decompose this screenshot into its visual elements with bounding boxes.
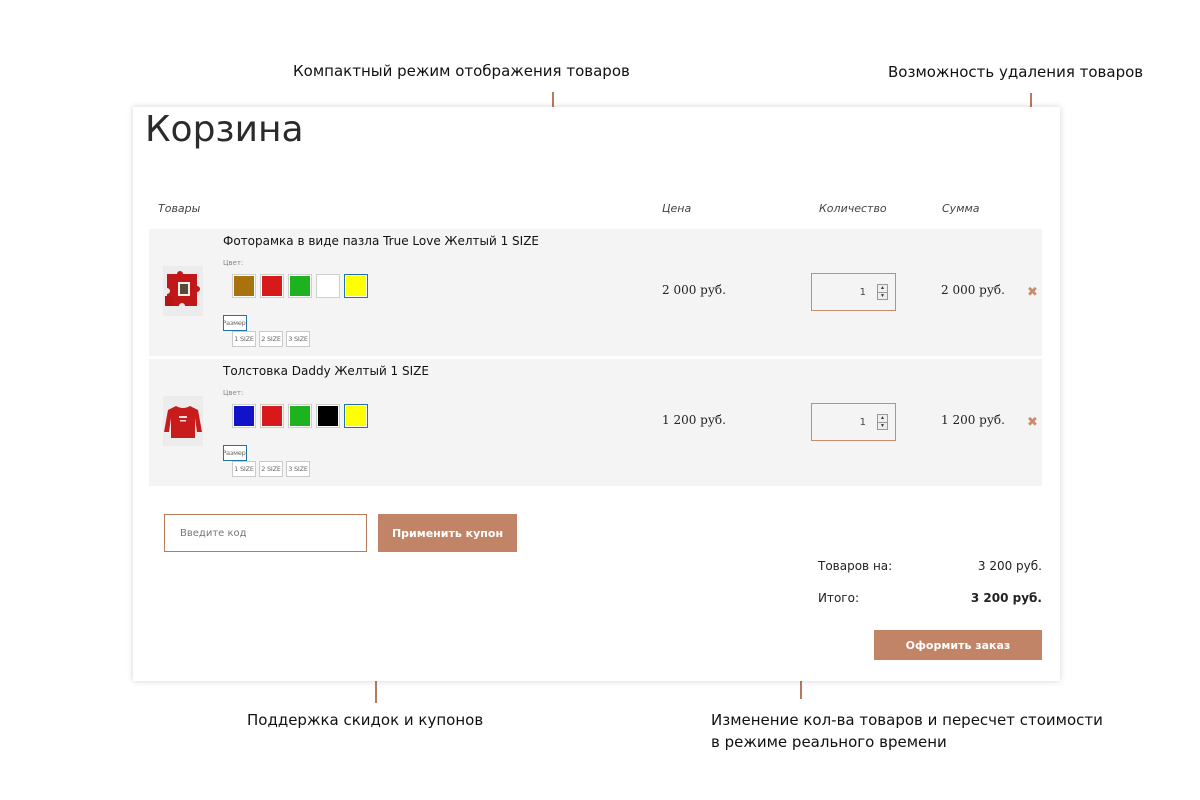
color-swatches	[232, 404, 368, 428]
checkout-button[interactable]: Оформить заказ	[874, 630, 1042, 660]
product-thumbnail-sweatshirt[interactable]	[163, 396, 203, 446]
subtotal-label: Товаров на:	[818, 559, 893, 573]
color-swatch-3[interactable]	[288, 274, 312, 298]
remove-item-icon[interactable]: ✖	[1027, 286, 1038, 299]
size-option-2[interactable]: 2 SIZE	[259, 331, 283, 347]
size-label: Размер:	[222, 315, 248, 331]
annotation-realtime-recalc-line1: Изменение кол-ва товаров и пересчет стои…	[711, 711, 1103, 729]
quantity-stepper: ▲ ▼	[811, 403, 896, 441]
decrement-arrow-icon[interactable]: ▼	[878, 292, 887, 300]
sweatshirt-image	[163, 396, 203, 446]
page-title: Корзина	[145, 109, 304, 150]
quantity-input[interactable]	[812, 404, 872, 440]
color-swatches	[232, 274, 368, 298]
annotation-delete-items: Возможность удаления товаров	[888, 63, 1144, 81]
quantity-stepper: ▲ ▼	[811, 273, 896, 311]
item-price: 1 200 руб.	[662, 413, 726, 427]
color-label: Цвет:	[223, 389, 244, 397]
column-header-sum: Сумма	[942, 202, 980, 215]
color-swatch-1[interactable]	[232, 274, 256, 298]
increment-arrow-icon[interactable]: ▲	[878, 415, 887, 422]
cart-panel: Корзина Товары Цена Количество Сумма Фот…	[133, 107, 1060, 681]
size-label: Размер:	[222, 445, 248, 461]
puzzle-frame-image	[163, 266, 203, 316]
swatch-fill	[234, 406, 254, 426]
increment-arrow-icon[interactable]: ▲	[878, 285, 887, 292]
swatch-fill	[318, 406, 338, 426]
color-label: Цвет:	[223, 259, 244, 267]
subtotal-value: 3 200 руб.	[977, 559, 1042, 573]
swatch-fill	[346, 276, 366, 296]
color-swatch-2[interactable]	[260, 274, 284, 298]
column-header-price: Цена	[662, 202, 692, 215]
apply-coupon-button[interactable]: Применить купон	[378, 514, 517, 552]
color-swatch-5[interactable]	[344, 274, 368, 298]
annotation-realtime-recalc-line2: в режиме реального времени	[711, 733, 947, 751]
stepper-arrows: ▲ ▼	[877, 414, 888, 430]
remove-item-icon[interactable]: ✖	[1027, 416, 1038, 429]
swatch-fill	[234, 276, 254, 296]
product-thumbnail-photo-frame[interactable]	[163, 266, 203, 316]
annotation-coupons: Поддержка скидок и купонов	[247, 711, 484, 729]
swatch-fill	[262, 406, 282, 426]
product-name[interactable]: Фоторамка в виде пазла True Love Желтый …	[223, 234, 539, 248]
swatch-fill	[346, 406, 366, 426]
product-name[interactable]: Толстовка Daddy Желтый 1 SIZE	[223, 364, 429, 378]
item-price: 2 000 руб.	[662, 283, 726, 297]
size-options: 1 SIZE 2 SIZE 3 SIZE	[232, 461, 310, 477]
swatch-fill	[318, 276, 338, 296]
total-value: 3 200 руб.	[970, 591, 1042, 605]
cart-row: Фоторамка в виде пазла True Love Желтый …	[149, 229, 1042, 356]
color-swatch-3[interactable]	[288, 404, 312, 428]
annotation-compact-mode: Компактный режим отображения товаров	[293, 62, 630, 80]
size-option-1[interactable]: 1 SIZE	[232, 461, 256, 477]
column-header-items: Товары	[158, 202, 201, 215]
total-label: Итого:	[818, 591, 859, 605]
color-swatch-4[interactable]	[316, 274, 340, 298]
color-swatch-5[interactable]	[344, 404, 368, 428]
item-sum: 1 200 руб.	[941, 413, 1005, 427]
size-option-1[interactable]: 1 SIZE	[232, 331, 256, 347]
swatch-fill	[290, 406, 310, 426]
quantity-input[interactable]	[812, 274, 872, 310]
color-swatch-2[interactable]	[260, 404, 284, 428]
size-option-2[interactable]: 2 SIZE	[259, 461, 283, 477]
stepper-arrows: ▲ ▼	[877, 284, 888, 300]
size-option-3[interactable]: 3 SIZE	[286, 331, 310, 347]
item-sum: 2 000 руб.	[941, 283, 1005, 297]
swatch-fill	[290, 276, 310, 296]
size-option-3[interactable]: 3 SIZE	[286, 461, 310, 477]
size-options: 1 SIZE 2 SIZE 3 SIZE	[232, 331, 310, 347]
annotation-realtime-recalc: Изменение кол-ва товаров и пересчет стои…	[711, 709, 1103, 753]
column-header-quantity: Количество	[819, 202, 887, 215]
cart-row: Толстовка Daddy Желтый 1 SIZE Цвет: Разм…	[149, 359, 1042, 486]
decrement-arrow-icon[interactable]: ▼	[878, 422, 887, 430]
swatch-fill	[262, 276, 282, 296]
color-swatch-1[interactable]	[232, 404, 256, 428]
coupon-code-input[interactable]	[164, 514, 367, 552]
color-swatch-4[interactable]	[316, 404, 340, 428]
